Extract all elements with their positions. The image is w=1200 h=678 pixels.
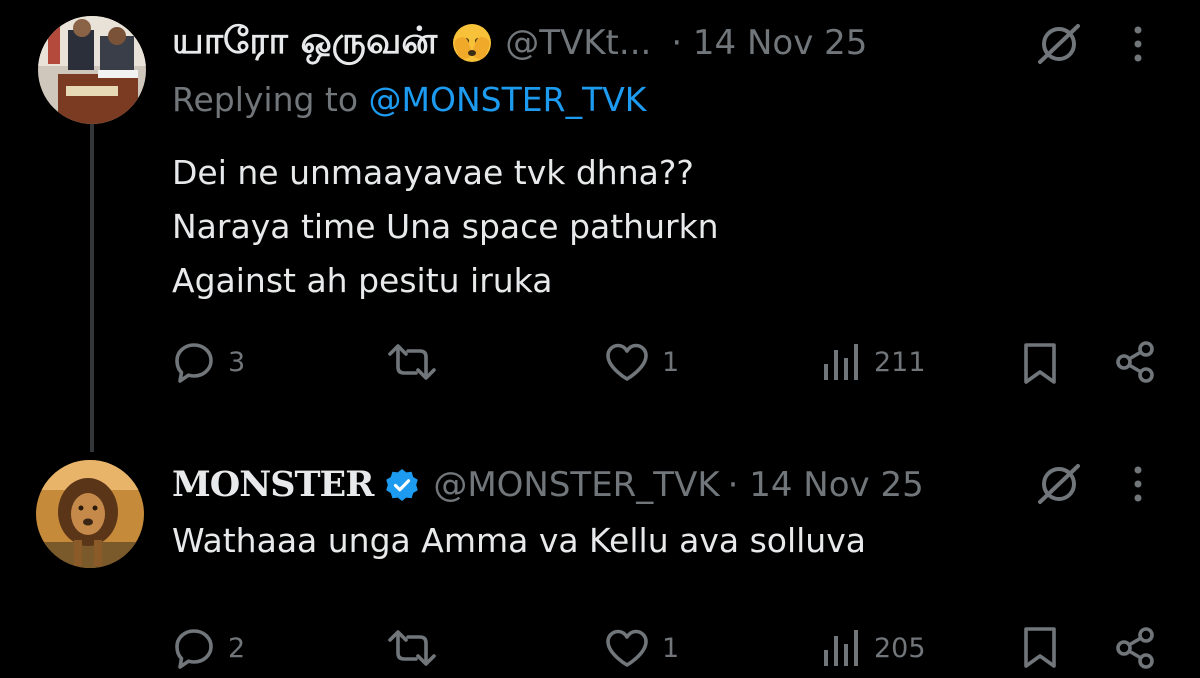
reply-button[interactable]: 3 [172, 340, 245, 384]
retweet-icon [388, 344, 436, 380]
grok-icon[interactable] [1034, 22, 1084, 66]
bookmark-icon [1024, 343, 1056, 384]
thread-line [90, 122, 94, 452]
tweet-line: Dei ne unmaayavae tvk dhna?? [172, 153, 694, 192]
share-button[interactable] [1114, 340, 1158, 384]
avatar-parent[interactable] [38, 16, 146, 124]
share-icon [1116, 341, 1154, 383]
view-count: 205 [874, 632, 926, 664]
like-count: 1 [662, 632, 680, 664]
parent-tweet-text: Dei ne unmaayavae tvk dhna?? Naraya time… [172, 146, 719, 308]
retweet-button[interactable] [386, 342, 438, 382]
replying-prefix: Replying to [172, 80, 369, 119]
reply-date[interactable]: · 14 Nov 25 [728, 465, 924, 505]
avatar-reply[interactable] [36, 460, 144, 568]
retweet-button[interactable] [386, 628, 438, 668]
more-icon[interactable] [1132, 26, 1144, 62]
like-icon [606, 343, 648, 381]
reply-button[interactable]: 2 [172, 626, 245, 670]
more-icon[interactable] [1132, 466, 1144, 502]
reply-icon [175, 629, 213, 669]
reply-count: 2 [228, 632, 246, 664]
replying-to: Replying to @MONSTER_TVK [172, 80, 646, 119]
views-icon [824, 630, 858, 666]
tweet-line: Against ah pesitu iruka [172, 261, 553, 300]
parent-date[interactable]: · 14 Nov 25 [671, 23, 867, 63]
share-button[interactable] [1114, 626, 1158, 670]
views-icon [824, 344, 858, 380]
bookmark-button[interactable] [1022, 342, 1058, 386]
retweet-icon [388, 630, 436, 666]
parent-header: யாரோ ஒருவன் @TVKt... · 14 Nov 25 [172, 18, 867, 67]
reply-tweet-text: Wathaaa unga Amma va Kellu ava solluva [172, 521, 866, 560]
reply-display-name[interactable]: MONSTER [172, 464, 374, 505]
like-count: 1 [662, 346, 680, 378]
reply-icon [175, 343, 213, 383]
reply-handle[interactable]: @MONSTER_TVK [433, 465, 719, 505]
replying-mention[interactable]: @MONSTER_TVK [369, 80, 647, 119]
bookmark-button[interactable] [1022, 626, 1058, 670]
tweet-line: Naraya time Una space pathurkn [172, 207, 719, 246]
like-button[interactable]: 1 [604, 342, 679, 382]
view-count: 211 [874, 346, 926, 378]
parent-handle[interactable]: @TVKt... [505, 23, 651, 63]
reply-count: 3 [228, 346, 246, 378]
peeking-eye-emoji-icon [453, 23, 492, 62]
parent-display-name[interactable]: யாரோ ஒருவன் [172, 18, 437, 67]
views-button[interactable]: 205 [822, 628, 926, 668]
reply-header: MONSTER @MONSTER_TVK · 14 Nov 25 [172, 464, 924, 505]
grok-icon[interactable] [1034, 462, 1084, 506]
bookmark-icon [1024, 627, 1056, 668]
like-button[interactable]: 1 [604, 628, 679, 668]
verified-badge-icon [386, 468, 419, 501]
like-icon [606, 629, 648, 667]
share-icon [1116, 627, 1154, 669]
views-button[interactable]: 211 [822, 342, 926, 382]
